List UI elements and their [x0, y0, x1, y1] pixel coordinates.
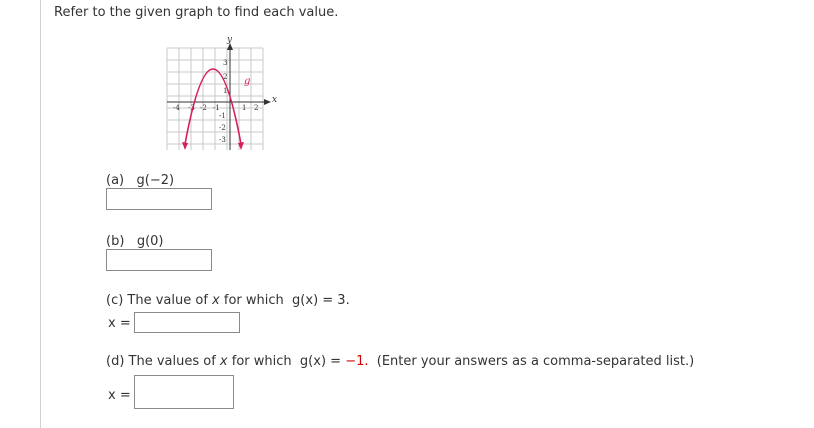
left-border [40, 0, 41, 428]
x-tick-label: -2 [200, 104, 207, 112]
part-b-label: (b) g(0) [106, 234, 163, 249]
part-d-answer-input[interactable] [134, 375, 234, 409]
x-tick-label: 2 [254, 104, 258, 112]
x-axis-arrow [264, 99, 271, 105]
part-a-tag: (a) [106, 173, 125, 188]
part-b-tag: (b) [106, 234, 125, 249]
part-d-x-label: x = [108, 388, 131, 403]
y-tick-label: 3 [223, 59, 227, 67]
part-d-expression: g(x) [299, 354, 327, 369]
x-tick-label: -4 [173, 104, 180, 112]
part-d-question: (d) The values of x for which g(x) = −1.… [106, 354, 694, 369]
part-c-text: for which [219, 293, 288, 308]
y-axis-label: y [226, 35, 233, 45]
part-c-question: (c) The value of x for which g(x) = 3. [106, 293, 350, 308]
function-graph: y x -4 -3 -2 -1 1 2 3 2 1 -1 -2 -3 g [166, 35, 277, 150]
part-b-expression: g(0) [136, 234, 164, 249]
part-d-text: = [326, 354, 346, 369]
part-c-text: = 3. [318, 293, 350, 308]
part-b-answer-input[interactable] [106, 249, 212, 271]
x-axis-label: x [272, 95, 277, 105]
y-tick-label: -3 [219, 136, 226, 144]
question-prompt: Refer to the given graph to find each va… [54, 5, 339, 20]
part-c-text: (c) The value of [106, 293, 213, 308]
x-tick-label: -1 [213, 104, 220, 112]
curve-label: g [244, 76, 250, 87]
part-d-value: −1. [345, 354, 369, 369]
part-c-expression: g(x) [292, 293, 319, 308]
part-c-x-label: x = [108, 316, 131, 331]
part-a-answer-input[interactable] [106, 188, 212, 210]
part-d-variable: x [219, 354, 228, 369]
part-c-variable: x [212, 293, 220, 308]
part-d-note: (Enter your answers as a comma-separated… [368, 354, 695, 369]
part-c-answer-input[interactable] [134, 312, 240, 333]
part-d-text: for which [227, 354, 296, 369]
y-tick-label: -1 [219, 112, 226, 120]
part-d-text: (d) The values of [106, 354, 220, 369]
part-a-label: (a) g(−2) [106, 173, 174, 188]
y-tick-label: -2 [219, 124, 226, 132]
x-tick-label: 1 [242, 104, 246, 112]
graph-grid [166, 47, 264, 150]
part-a-expression: g(−2) [136, 173, 175, 188]
curve-arrow-left [182, 142, 188, 150]
